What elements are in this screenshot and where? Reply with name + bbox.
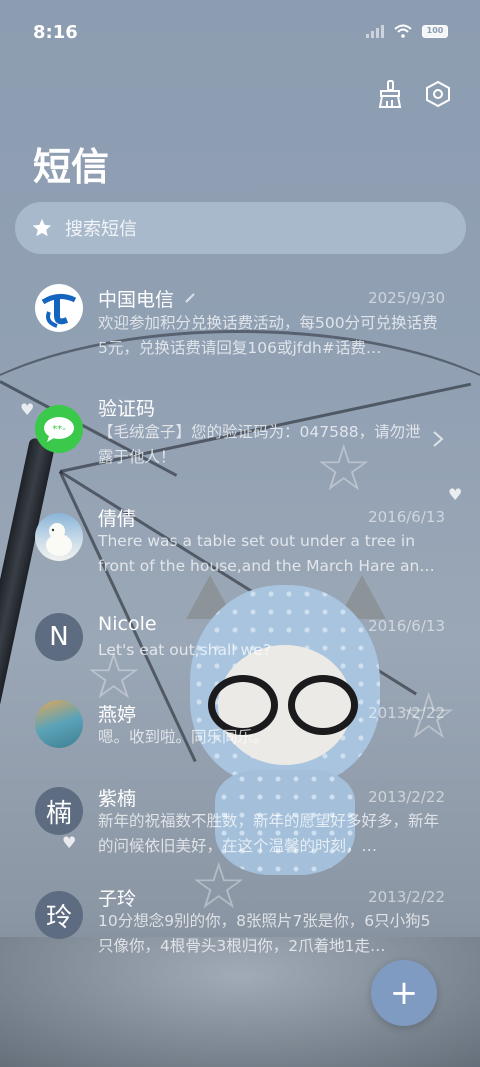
landscape-photo	[35, 700, 83, 748]
chevron-right-icon	[433, 431, 444, 447]
signal-icon	[366, 24, 384, 38]
conversation-row[interactable]: 中国电信 2025/9/30 欢迎参加积分兑换话费活动，每500分可兑换话费5元…	[0, 270, 480, 380]
contact-name: 中国电信	[98, 289, 175, 311]
pencil-icon	[185, 293, 195, 303]
message-date: 2013/2/22	[368, 888, 445, 906]
message-date: 2016/6/13	[368, 508, 445, 526]
conversation-row[interactable]: N Nicole 2016/6/13 Let's eat out,shall w…	[0, 599, 480, 684]
message-preview: 【毛绒盒子】您的验证码为：047588，请勿泄露于他人！	[98, 423, 421, 466]
conversation-row[interactable]: 楠 紫楠 2013/2/22 新年的祝福数不胜数，新年的愿望好多好多，新年的问候…	[0, 770, 480, 880]
status-icons: 100	[366, 24, 448, 38]
conversation-list: 中国电信 2025/9/30 欢迎参加积分兑换话费活动，每500分可兑换话费5元…	[0, 270, 480, 980]
header-actions	[376, 80, 452, 108]
contact-name: 子玲	[98, 888, 137, 910]
conversation-row[interactable]: 倩倩 2016/6/13 There was a table set out u…	[0, 490, 480, 599]
message-preview: 欢迎参加积分兑换话费活动，每500分可兑换话费5元，兑换话费请回复106或jfd…	[98, 314, 438, 357]
star-icon	[32, 218, 52, 237]
search-bar[interactable]: 搜索短信	[15, 202, 466, 254]
message-preview: 嗯。收到啦。同乐同乐。	[98, 728, 269, 746]
message-date: 2013/2/22	[368, 704, 445, 722]
avatar-letter: N	[35, 613, 83, 661]
status-time: 8:16	[33, 22, 78, 43]
status-bar: 8:16 100	[0, 0, 480, 66]
conversation-row[interactable]: **- 验证码 【毛绒盒子】您的验证码为：047588，请勿泄露于他人！	[0, 380, 480, 490]
message-date: 2025/9/30	[368, 289, 445, 307]
battery-icon: 100	[422, 24, 448, 38]
contact-name: 倩倩	[98, 508, 137, 530]
polar-bear-photo	[35, 513, 83, 561]
broom-icon[interactable]	[376, 80, 404, 108]
search-placeholder: 搜索短信	[65, 219, 137, 240]
contact-name: 紫楠	[98, 788, 137, 810]
page-title: 短信	[33, 145, 110, 189]
avatar-letter: 楠	[35, 787, 83, 835]
avatar-letter: 玲	[35, 891, 83, 939]
verification-code-icon: **-	[35, 405, 83, 453]
message-preview: There was a table set out under a tree i…	[98, 532, 435, 575]
svg-text:**-: **-	[52, 424, 66, 435]
message-date: 2013/2/22	[368, 788, 445, 806]
wifi-icon	[394, 24, 412, 38]
china-telecom-logo	[35, 284, 83, 332]
contact-name: 验证码	[98, 398, 156, 420]
settings-hex-icon[interactable]	[424, 80, 452, 108]
message-date: 2016/6/13	[368, 617, 445, 635]
plus-icon: +	[389, 973, 419, 1013]
contact-name: 燕婷	[98, 704, 137, 726]
new-message-button[interactable]: +	[371, 960, 437, 1026]
message-preview: 新年的祝福数不胜数，新年的愿望好多好多，新年的问候依旧美好，在这个温馨的时刻，…	[98, 812, 440, 855]
conversation-row[interactable]: 燕婷 2013/2/22 嗯。收到啦。同乐同乐。	[0, 684, 480, 770]
message-preview: 10分想念9别的你，8张照片7张是你，6只小狗5只像你，4根骨头3根归你，2爪着…	[98, 912, 431, 955]
contact-name: Nicole	[98, 613, 157, 635]
message-preview: Let's eat out,shall we?	[98, 641, 271, 659]
